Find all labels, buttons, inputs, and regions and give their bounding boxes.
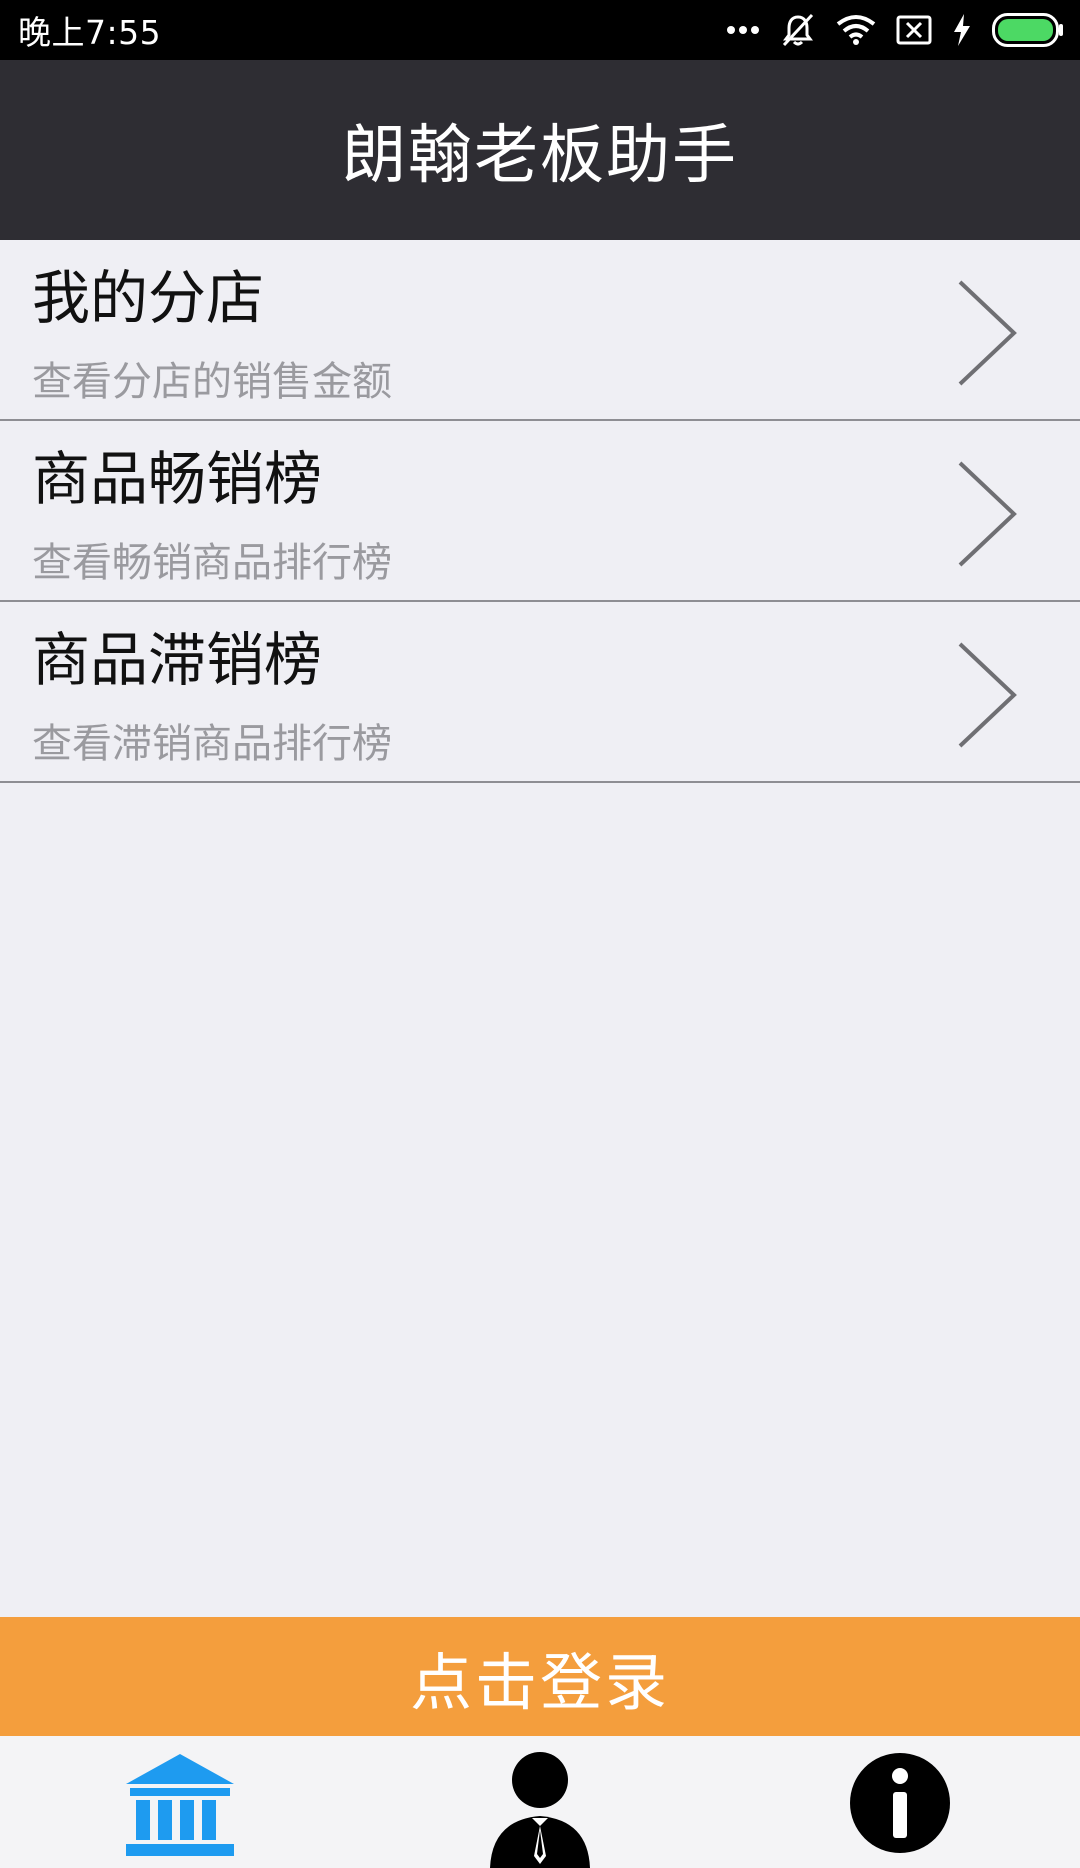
battery-icon bbox=[992, 13, 1064, 47]
more-dots-icon bbox=[726, 24, 760, 36]
user-icon bbox=[480, 1748, 600, 1868]
menu-item-subtitle: 查看分店的销售金额 bbox=[32, 359, 392, 405]
sim-error-icon bbox=[896, 15, 932, 45]
tab-bar bbox=[0, 1736, 1080, 1868]
menu-item-title: 商品畅销榜 bbox=[32, 445, 323, 513]
chevron-right-icon bbox=[954, 278, 1024, 392]
chevron-right-icon bbox=[954, 459, 1024, 573]
login-button-label: 点击登录 bbox=[409, 1645, 670, 1719]
tab-home[interactable] bbox=[120, 1748, 240, 1868]
menu-item-best-sellers[interactable]: 商品畅销榜 查看畅销商品排行榜 bbox=[0, 421, 1080, 602]
login-button[interactable]: 点击登录 bbox=[0, 1617, 1080, 1736]
chevron-right-icon bbox=[954, 640, 1024, 754]
mute-icon bbox=[780, 12, 816, 48]
header-bar: 朗翰老板助手 bbox=[0, 60, 1080, 240]
page-title: 朗翰老板助手 bbox=[342, 119, 738, 193]
menu-item-slow-sellers[interactable]: 商品滞销榜 查看滞销商品排行榜 bbox=[0, 602, 1080, 783]
status-bar: 晚上7:55 bbox=[0, 0, 1080, 60]
info-icon bbox=[840, 1748, 960, 1858]
menu-item-subtitle: 查看滞销商品排行榜 bbox=[32, 721, 392, 767]
menu-list: 我的分店 查看分店的销售金额 商品畅销榜 查看畅销商品排行榜 商品滞销榜 查看滞… bbox=[0, 240, 1080, 783]
menu-item-title: 我的分店 bbox=[32, 264, 265, 332]
charging-icon bbox=[952, 14, 972, 46]
menu-item-subtitle: 查看畅销商品排行榜 bbox=[32, 540, 392, 586]
tab-info[interactable] bbox=[840, 1748, 960, 1868]
status-time: 晚上7:55 bbox=[18, 13, 162, 52]
wifi-icon bbox=[836, 14, 876, 46]
bank-icon bbox=[120, 1748, 240, 1858]
menu-item-title: 商品滞销榜 bbox=[32, 626, 323, 694]
tab-user[interactable] bbox=[480, 1748, 600, 1868]
status-icons bbox=[726, 12, 1064, 48]
menu-item-my-branches[interactable]: 我的分店 查看分店的销售金额 bbox=[0, 240, 1080, 421]
